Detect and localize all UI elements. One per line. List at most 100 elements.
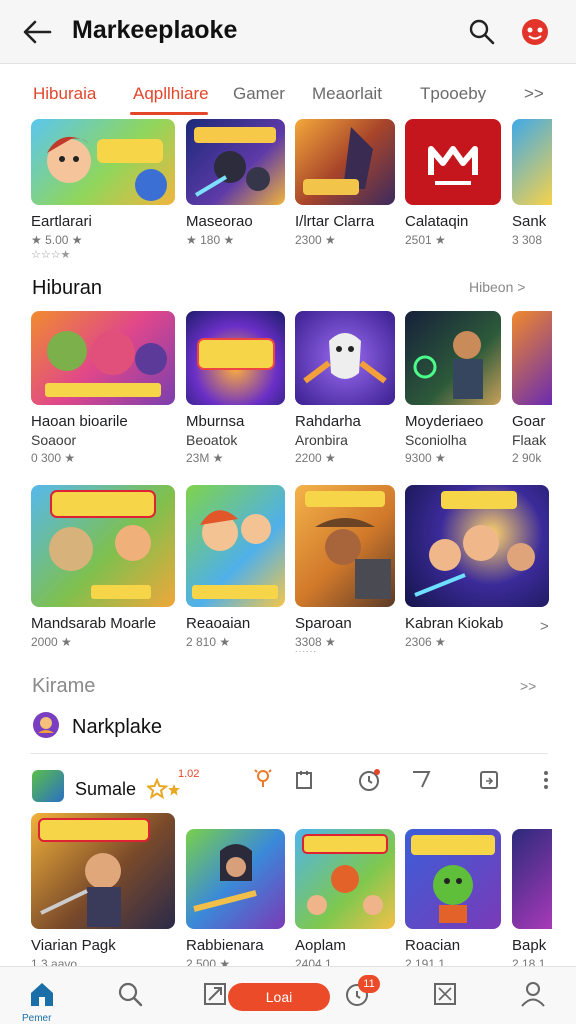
toolbar-badge: 1.02 [178, 768, 200, 780]
app-name: I/lrtar Clarra [295, 213, 375, 230]
app-card[interactable]: Mburnsa Beoatok 23M ★ [186, 311, 285, 465]
pencil-icon[interactable] [410, 768, 432, 790]
profile-avatar-icon[interactable] [520, 17, 550, 47]
tab-meaorlait[interactable]: Meaorlait [312, 84, 382, 104]
monster-party-game-thumb-icon [31, 311, 175, 405]
tab-tpooeby[interactable]: Tpooeby [420, 84, 486, 104]
app-category: Aronbira [295, 432, 348, 448]
home-icon[interactable] [27, 979, 57, 1009]
app-rating: 2404 1 [295, 957, 332, 966]
more-vert-icon[interactable] [538, 769, 554, 791]
sumale-app-icon [32, 770, 64, 802]
app-card[interactable]: Reaoaian 2 810 ★ [186, 485, 285, 649]
tab-gamer[interactable]: Gamer [233, 84, 285, 104]
app-category: Flaak [512, 432, 547, 448]
apps-row-4: Viarian Pagk 1.3 aavo Rabbienara 2 500 ★… [0, 813, 576, 966]
app-name: Calataqin [405, 213, 469, 230]
share-box-icon[interactable] [478, 769, 500, 791]
app-rating: 2000 ★ [31, 635, 72, 649]
app-card[interactable]: Kabran Kiokab 2306 ★ [405, 485, 549, 649]
action-hero-game-thumb-icon [186, 119, 285, 205]
app-rating: 2300 ★ [295, 233, 336, 247]
app-rating: 3308 ★ [295, 635, 336, 649]
tabs-scroll-more[interactable]: >> [524, 84, 544, 104]
app-card[interactable]: Rahdarha Aronbira 2200 ★ [295, 311, 395, 465]
app-card[interactable]: Calataqin 2501 ★ [405, 119, 501, 247]
nav-label-home: Pemer [22, 1013, 52, 1024]
app-name: Sank [512, 213, 547, 230]
app-stars: ☆☆☆★ [31, 249, 71, 261]
clock-icon[interactable] [357, 767, 383, 793]
app-rating: ★ 180 ★ [186, 233, 235, 247]
app-card[interactable]: I/lrtar Clarra 2300 ★ [295, 119, 395, 247]
star-rating-icon [145, 777, 181, 800]
app-card[interactable]: Haoan bioarile Soaoor 0 300 ★ [31, 311, 175, 465]
account-icon[interactable] [518, 979, 548, 1009]
app-card[interactable]: Eartlarari ★ 5.00 ★ ☆☆☆★ [31, 119, 175, 261]
page-title: Markeeplaoke [72, 16, 238, 44]
bulb-icon[interactable] [252, 768, 274, 790]
bookmark-icon[interactable] [293, 769, 315, 791]
green-monster-thumb-icon [405, 829, 501, 929]
cowboy-game-thumb-icon [295, 485, 395, 607]
warrior-game-thumb-icon [295, 119, 395, 205]
app-name: Roacian [405, 937, 461, 954]
search-icon[interactable] [468, 18, 496, 46]
app-card[interactable]: Sparoan 3308 ★ ˙˙˙˙˙˙ [295, 485, 395, 662]
app-rating: 0 300 ★ [31, 451, 76, 465]
category-tabs: Hiburaia Aqpllhiare Gamer Meaorlait Tpoo… [0, 70, 576, 116]
app-rating: 2 810 ★ [186, 635, 231, 649]
featured-title[interactable]: Narkplake [72, 716, 162, 739]
app-name: Kabran Kiokab [405, 615, 504, 632]
app-name: Sparoan [295, 615, 352, 632]
notification-count-badge: 11 [358, 975, 380, 993]
app-rating: 2501 ★ [405, 233, 446, 247]
toolbar-title[interactable]: Sumale [75, 779, 136, 800]
red-logo-app-thumb-icon [405, 119, 501, 205]
app-name: Viarian Pagk [31, 937, 116, 954]
tab-hiburaia[interactable]: Hiburaia [33, 84, 96, 104]
app-rating: ★ 5.00 ★ [31, 233, 83, 247]
load-button[interactable]: Loai [228, 983, 330, 1011]
app-card[interactable]: Moyderiaeo Sconiolha 9300 ★ [405, 311, 501, 465]
app-rating: 2 500 ★ [186, 957, 231, 966]
app-card[interactable]: Goar Flaak 2 90k [512, 311, 552, 465]
chevron-right-icon: > [540, 618, 549, 635]
app-name: Bapk [512, 937, 547, 954]
library-icon[interactable] [430, 979, 460, 1009]
back-arrow-icon[interactable] [22, 18, 52, 46]
section-title-hiburan: Hiburan [32, 277, 103, 299]
app-card[interactable]: Rabbienara 2 500 ★ [186, 829, 285, 966]
apps-icon[interactable] [200, 979, 230, 1009]
heroes-squad-thumb-icon [405, 485, 549, 607]
divider [30, 753, 548, 754]
app-card[interactable]: Aoplam 2404 1 [295, 829, 395, 966]
featured-brand-icon [32, 711, 60, 739]
app-card[interactable]: Mandsarab Moarle 2000 ★ [31, 485, 175, 649]
app-category: Soaoor [31, 432, 77, 448]
section-see-more[interactable]: Hibeon > [469, 279, 525, 295]
app-card[interactable]: Maseorao ★ 180 ★ [186, 119, 285, 247]
app-rating: 2306 ★ [405, 635, 446, 649]
app-category: Beoatok [186, 432, 238, 448]
app-name: Rabbienara [186, 937, 264, 954]
search-icon[interactable] [115, 979, 145, 1009]
app-category: Sconiolha [405, 432, 467, 448]
app-name: Eartlarari [31, 213, 92, 230]
app-name: Mburnsa [186, 413, 245, 430]
app-name: Moyderiaeo [405, 413, 484, 430]
section-see-more[interactable]: >> [520, 678, 536, 694]
tab-aqpllhiare[interactable]: Aqpllhiare [133, 84, 209, 104]
app-name: Maseorao [186, 213, 253, 230]
app-rating: 2 18 1 [512, 957, 546, 966]
app-card[interactable]: Bapk 2 18 1 [512, 829, 552, 966]
app-card[interactable]: Sank 3 308 [512, 119, 552, 247]
cartoon-boy-game-thumb-icon [31, 119, 175, 205]
app-name: Mandsarab Moarle [31, 615, 157, 632]
neon-logo-game-thumb-icon [186, 311, 285, 405]
row-scroll-next[interactable]: > [540, 615, 549, 635]
app-card[interactable]: Roacian 2 191 1 [405, 829, 501, 966]
app-extra-info: ˙˙˙˙˙˙ [295, 650, 317, 662]
app-card[interactable]: Viarian Pagk 1.3 aavo [31, 813, 175, 966]
app-rating: 3 308 [512, 233, 543, 247]
